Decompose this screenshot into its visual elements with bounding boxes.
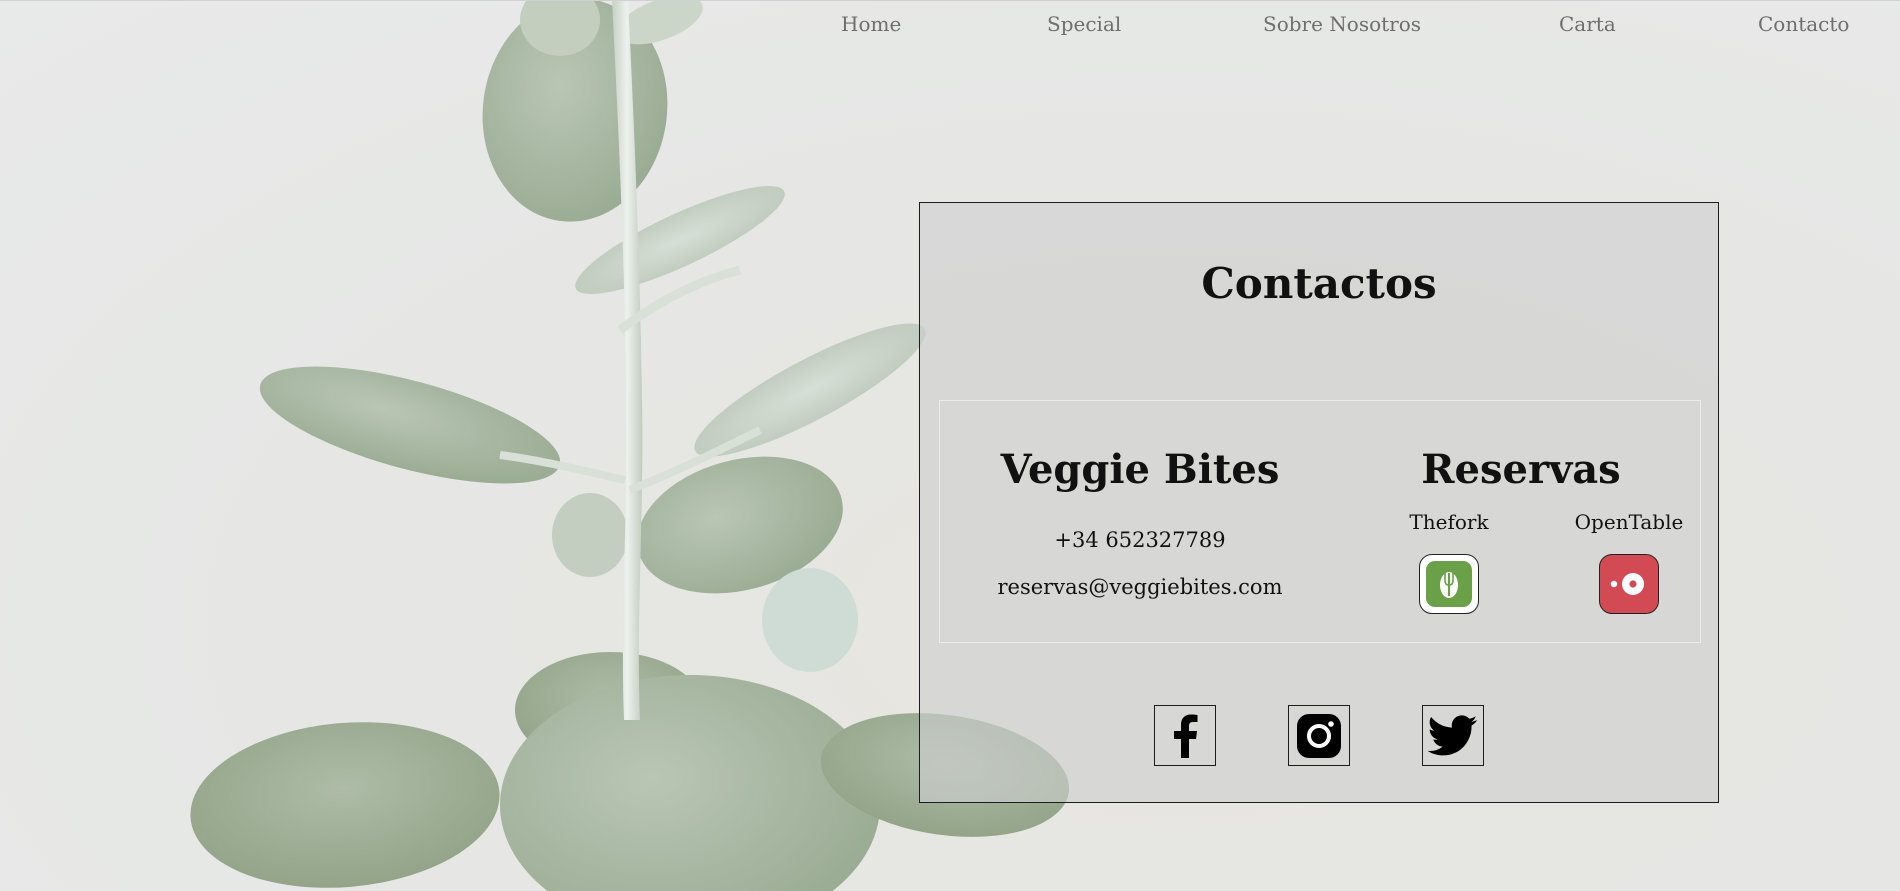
- opentable-icon[interactable]: [1599, 554, 1659, 614]
- nav-carta[interactable]: Carta: [1559, 12, 1616, 36]
- nav-contacto[interactable]: Contacto: [1758, 12, 1849, 36]
- nav-special[interactable]: Special: [1047, 12, 1121, 36]
- reservations-title: Reservas: [1421, 446, 1621, 493]
- twitter-icon[interactable]: [1422, 705, 1484, 766]
- contact-panel: Contactos Veggie Bites +34 652327789 res…: [919, 202, 1719, 803]
- main-navigation: Home Special Sobre Nosotros Carta Contac…: [0, 0, 1900, 48]
- phone-number: +34 652327789: [1054, 528, 1226, 552]
- email-address: reservas@veggiebites.com: [997, 575, 1283, 599]
- reservations-section: Reservas Thefork OpenTable: [1340, 401, 1702, 642]
- thefork-icon[interactable]: [1419, 554, 1479, 614]
- instagram-icon[interactable]: [1288, 705, 1350, 766]
- thefork-label: Thefork: [1409, 510, 1489, 534]
- facebook-icon[interactable]: [1154, 705, 1216, 766]
- restaurant-name: Veggie Bites: [1000, 446, 1280, 493]
- contact-info-box: Veggie Bites +34 652327789 reservas@vegg…: [939, 400, 1701, 643]
- nav-home[interactable]: Home: [841, 12, 901, 36]
- contact-title: Contactos: [1201, 259, 1437, 308]
- nav-sobre-nosotros[interactable]: Sobre Nosotros: [1263, 12, 1421, 36]
- opentable-label: OpenTable: [1574, 510, 1684, 534]
- restaurant-info: Veggie Bites +34 652327789 reservas@vegg…: [940, 401, 1340, 642]
